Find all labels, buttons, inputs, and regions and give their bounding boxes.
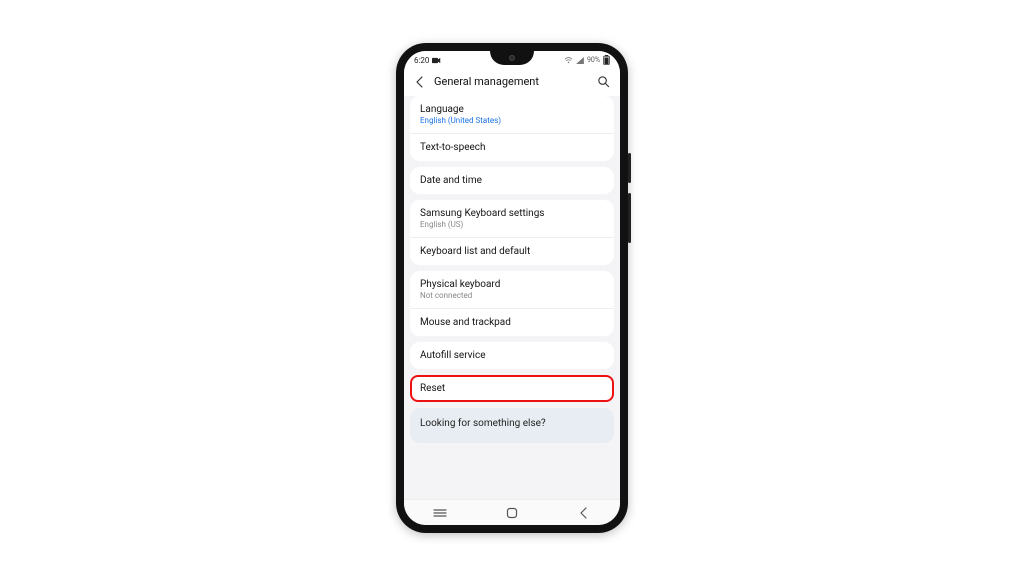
settings-row-autofill[interactable]: Autofill service — [410, 342, 614, 369]
row-title: Keyboard list and default — [420, 246, 604, 257]
nav-back-button[interactable] — [564, 504, 604, 522]
status-time: 6:20 — [414, 56, 429, 65]
signal-icon — [576, 57, 584, 64]
phone-screen: 6:20 90% — [404, 51, 620, 525]
settings-group: Samsung Keyboard settings English (US) K… — [410, 200, 614, 265]
row-title: Text-to-speech — [420, 142, 604, 153]
nav-home-button[interactable] — [492, 504, 532, 522]
row-title: Date and time — [420, 175, 604, 186]
nav-recents-button[interactable] — [420, 504, 460, 522]
row-title: Mouse and trackpad — [420, 317, 604, 328]
side-button — [628, 153, 631, 183]
status-battery-text: 90% — [587, 56, 600, 64]
settings-group: Physical keyboard Not connected Mouse an… — [410, 271, 614, 336]
row-title: Physical keyboard — [420, 279, 604, 290]
row-title: Language — [420, 104, 604, 115]
row-title: Samsung Keyboard settings — [420, 208, 604, 219]
wifi-icon — [564, 57, 573, 64]
row-title: Reset — [420, 383, 604, 394]
side-button — [628, 193, 631, 243]
settings-row-keyboard-list[interactable]: Keyboard list and default — [410, 237, 614, 265]
settings-row-date-time[interactable]: Date and time — [410, 167, 614, 194]
settings-row-reset[interactable]: Reset — [410, 375, 614, 402]
video-icon — [432, 57, 441, 64]
row-subtitle: Not connected — [420, 291, 604, 300]
settings-row-language[interactable]: Language English (United States) — [410, 96, 614, 133]
settings-row-text-to-speech[interactable]: Text-to-speech — [410, 133, 614, 161]
settings-group: Date and time — [410, 167, 614, 194]
row-title: Autofill service — [420, 350, 604, 361]
navigation-bar — [404, 499, 620, 525]
page-title: General management — [434, 75, 589, 88]
footer-prompt[interactable]: Looking for something else? — [410, 408, 614, 443]
settings-row-physical-keyboard[interactable]: Physical keyboard Not connected — [410, 271, 614, 308]
app-header: General management — [404, 69, 620, 96]
phone-frame: 6:20 90% — [396, 43, 628, 533]
settings-group: Autofill service — [410, 342, 614, 369]
row-subtitle: English (US) — [420, 220, 604, 229]
front-camera — [509, 55, 515, 61]
settings-group: Reset — [410, 375, 614, 402]
settings-row-mouse-trackpad[interactable]: Mouse and trackpad — [410, 308, 614, 336]
stage: 6:20 90% — [0, 0, 1024, 576]
battery-icon — [603, 55, 610, 65]
settings-content: Language English (United States) Text-to… — [404, 96, 620, 499]
row-subtitle: English (United States) — [420, 116, 604, 125]
settings-group: Language English (United States) Text-to… — [410, 96, 614, 161]
back-icon[interactable] — [414, 76, 426, 88]
footer-prompt-text: Looking for something else? — [420, 418, 604, 429]
search-icon[interactable] — [597, 75, 610, 88]
settings-row-samsung-keyboard[interactable]: Samsung Keyboard settings English (US) — [410, 200, 614, 237]
